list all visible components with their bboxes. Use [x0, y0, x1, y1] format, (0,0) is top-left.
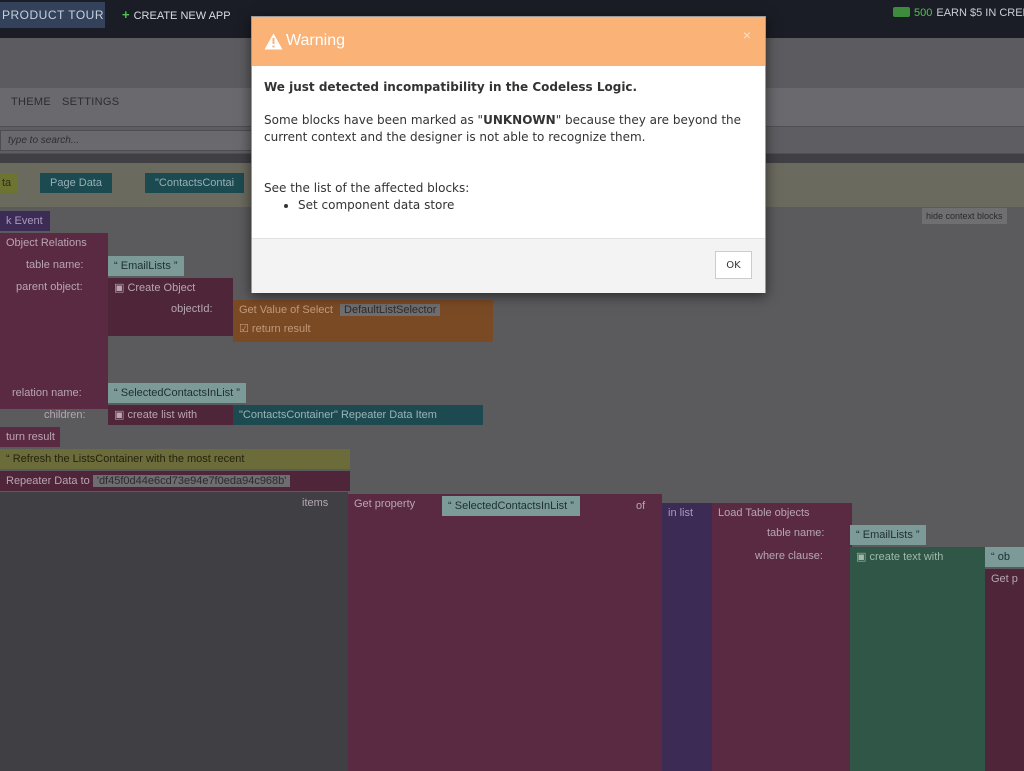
quote-icon: ” [567, 500, 574, 512]
quote-icon: “ [114, 387, 121, 399]
table-name-label-2: table name: [767, 527, 825, 539]
comment-block[interactable]: “ Refresh the ListsContainer with the mo… [0, 449, 350, 469]
children-label: children: [44, 409, 86, 421]
in-list-block[interactable]: in list [662, 503, 712, 771]
warning-explanation: Some blocks have been marked as "UNKNOWN… [264, 112, 753, 146]
items-label: items [302, 497, 329, 509]
set-repeater-data-block[interactable]: Repeater Data to 'df45f0d44e6cd73e94e7f0… [0, 471, 350, 491]
comment-text: Refresh the ListsContainer with the most… [12, 453, 245, 465]
credits-count: 500 [914, 7, 933, 19]
dark-empty-region [0, 492, 348, 771]
text-icon: ▣ [856, 551, 870, 563]
event-block[interactable]: k Event [0, 211, 50, 231]
email-lists-text-block-2[interactable]: “ EmailLists ” [850, 525, 926, 545]
checkbox-icon: ☑ [239, 323, 252, 335]
affected-blocks-heading: See the list of the affected blocks: [264, 181, 470, 195]
repeater-data-to-label: Repeater Data to [6, 475, 90, 487]
get-value-select-block[interactable]: Get Value of Select DefaultListSelector … [233, 300, 493, 342]
get-property-label: Get property [354, 498, 416, 510]
money-icon [893, 7, 910, 17]
breadcrumb-item-first[interactable]: ta [0, 173, 18, 193]
relation-name-label: relation name: [12, 387, 82, 399]
create-object-label: Create Object [127, 282, 196, 294]
quote-icon: ” [912, 529, 920, 541]
return-result-label: return result [251, 323, 311, 335]
create-list-with-label: create list with [127, 409, 198, 421]
create-text-with-block[interactable]: ▣ create text with [850, 547, 985, 771]
warning-headline: We just detected incompatibility in the … [264, 80, 638, 94]
warning-explanation-pre: Some blocks have been marked as " [264, 113, 484, 127]
email-lists-text-block[interactable]: “ EmailLists ” [108, 256, 184, 276]
create-text-with-label: create text with [869, 551, 944, 563]
affected-blocks-list: Set component data store [298, 197, 753, 214]
quote-icon: ” [233, 387, 240, 399]
selected-contacts-value: SelectedContactsInList [120, 387, 234, 399]
ok-button[interactable]: OK [715, 251, 752, 279]
return-result-checkbox[interactable]: ☑ return result [239, 320, 487, 338]
quote-icon: “ [6, 453, 13, 465]
return-result-block[interactable]: turn result [0, 427, 60, 447]
load-table-objects-block[interactable]: Load Table objects [712, 503, 852, 771]
tab-theme[interactable]: THEME [11, 96, 51, 108]
warning-dialog-title: Warning [286, 32, 345, 49]
cube-icon: ▣ [114, 282, 128, 294]
breadcrumb-item-page-data[interactable]: Page Data [40, 173, 112, 193]
tab-settings[interactable]: SETTINGS [62, 96, 119, 108]
email-lists-value-2: EmailLists [862, 529, 913, 541]
repeater-id-dropdown[interactable]: 'df45f0d44e6cd73e94e7f0eda94c968b' [92, 475, 291, 487]
warning-dialog-header: Warning × [252, 17, 765, 66]
selected-contacts-property-value: SelectedContactsInList [454, 500, 568, 512]
obj-text-value: ob [997, 551, 1010, 563]
earn-credits-label: EARN $5 IN CREDI [936, 7, 1024, 19]
quote-icon: “ [856, 529, 863, 541]
unknown-keyword: UNKNOWN [483, 113, 556, 127]
warning-dialog: Warning × We just detected incompatibili… [251, 16, 766, 293]
list-icon: ▣ [114, 409, 128, 421]
earn-credits-link[interactable]: 500 EARN $5 IN CREDI [893, 7, 1024, 19]
parent-object-label: parent object: [16, 281, 83, 293]
get-value-select-label: Get Value of Select [239, 304, 333, 316]
quote-icon: “ [991, 551, 998, 563]
obj-text-block[interactable]: “ ob [985, 547, 1024, 567]
warning-dialog-footer: OK [252, 239, 765, 293]
selected-contacts-property-block[interactable]: “ SelectedContactsInList ” [442, 496, 580, 516]
create-new-app-button[interactable]: + CREATE NEW APP [122, 7, 231, 22]
close-icon[interactable]: × [743, 27, 751, 43]
list-item: Set component data store [298, 197, 753, 214]
create-new-app-label: CREATE NEW APP [133, 10, 231, 22]
get-property-block[interactable]: Get property [348, 494, 662, 771]
selected-contacts-text-block[interactable]: “ SelectedContactsInList ” [108, 383, 246, 403]
hide-context-blocks-button[interactable]: hide context blocks [922, 208, 1007, 224]
product-tour-button[interactable]: PRODUCT TOUR [0, 2, 105, 28]
breadcrumb-item-contacts[interactable]: "ContactsContai [145, 173, 245, 193]
warning-triangle-icon [264, 33, 283, 50]
object-id-label: objectId: [171, 303, 213, 315]
search-input[interactable] [0, 130, 270, 151]
repeater-data-item-block[interactable]: "ContactsContainer" Repeater Data Item [233, 405, 483, 425]
where-clause-label: where clause: [755, 550, 823, 562]
object-relations-label: Object Relations [6, 237, 87, 249]
table-name-label: table name: [26, 259, 84, 271]
quote-icon: “ [114, 260, 121, 272]
create-list-with-block[interactable]: ▣ create list with [108, 405, 233, 425]
quote-icon: “ [448, 500, 455, 512]
get-property-block-2[interactable]: Get p [985, 569, 1024, 771]
default-list-selector-dropdown[interactable]: DefaultListSelector [340, 304, 441, 316]
warning-dialog-body: We just detected incompatibility in the … [252, 66, 765, 239]
email-lists-value: EmailLists [120, 260, 171, 272]
load-table-objects-label: Load Table objects [718, 507, 810, 519]
quote-icon: ” [170, 260, 178, 272]
of-label: of [636, 500, 646, 512]
plus-icon: + [122, 7, 130, 22]
